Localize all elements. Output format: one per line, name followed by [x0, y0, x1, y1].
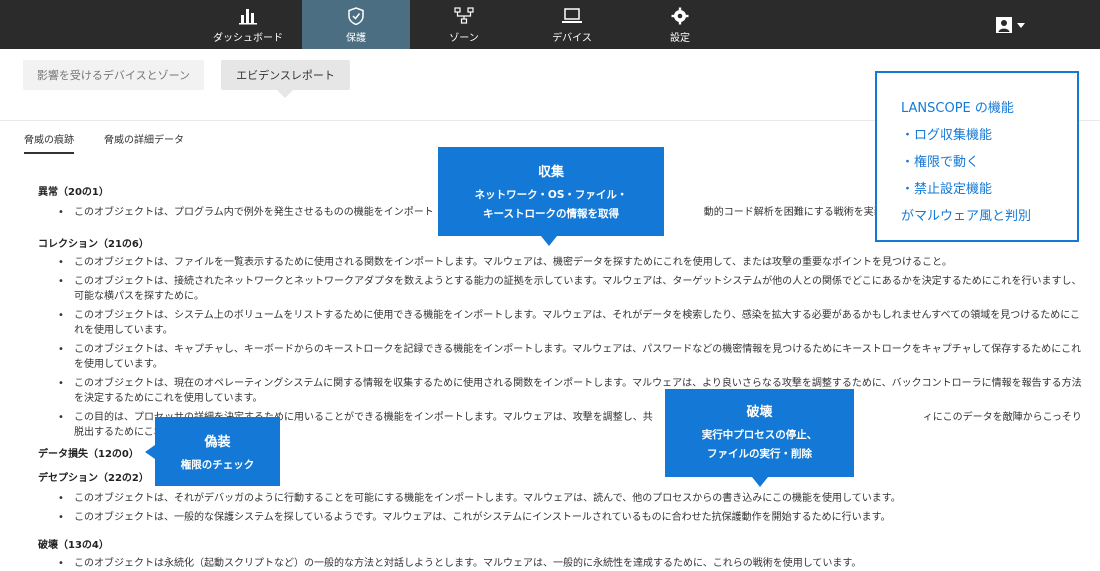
lanscope-item-permission: ・権限で動く — [901, 155, 980, 170]
callout-destruction-line1: 実行中プロセスの停止、 — [701, 429, 818, 441]
lanscope-item-prohibit: ・禁止設定機能 — [901, 182, 993, 197]
tab-affected-devices-zones[interactable]: 影響を受けるデバイスとゾーン — [23, 60, 204, 90]
section-title-destruction: 破壊（13の4） — [38, 540, 109, 551]
section-title-data-loss: データ損失（12の0） — [38, 449, 139, 460]
nav-dashboard-label: ダッシュボード — [213, 33, 283, 44]
callout-collection-line1: ネットワーク・OS・ファイル・ — [474, 189, 628, 201]
nav-zones[interactable]: ゾーン — [410, 0, 518, 49]
top-navigation-bar: ダッシュボード 保護 ゾーン デバイス 設定 — [0, 0, 1100, 49]
tab-threat-traces[interactable]: 脅威の痕跡 — [24, 131, 74, 154]
nav-settings[interactable]: 設定 — [626, 0, 734, 49]
nav-protection[interactable]: 保護 — [302, 0, 410, 49]
laptop-icon — [562, 8, 582, 23]
list-item: このオブジェクトは、接続されたネットワークとネットワークアダプタを数えようとする… — [58, 274, 1088, 305]
nav-protection-label: 保護 — [346, 33, 366, 44]
list-item: このオブジェクトは、システム上のボリュームをリストするために使用できる機能をイン… — [58, 308, 1088, 339]
list-item: このオブジェクトは、キャプチャし、キーボードからのキーストロークを記録できる機能… — [58, 342, 1088, 373]
collection-list: このオブジェクトは、ファイルを一覧表示するために使用される関数をインポートします… — [58, 255, 1088, 444]
lanscope-item-log: ・ログ収集機能 — [901, 128, 993, 143]
gear-icon — [671, 7, 689, 25]
callout-collection: 収集 ネットワーク・OS・ファイル・ キーストロークの情報を取得 — [438, 147, 664, 246]
list-item: このオブジェクトは、ファイルを一覧表示するために使用される関数をインポートします… — [58, 255, 1088, 271]
callout-deception-title: 偽装 — [204, 435, 231, 450]
tab-evidence-report[interactable]: エビデンスレポート — [221, 60, 350, 98]
nav-zones-label: ゾーン — [449, 33, 479, 44]
callout-deception: 偽装 権限のチェック — [145, 417, 280, 486]
callout-collection-line2: キーストロークの情報を取得 — [483, 208, 619, 220]
bar-chart-icon — [239, 9, 257, 25]
shield-icon — [348, 7, 364, 25]
section-title-deception: デセプション（22の2） — [38, 473, 149, 484]
callout-destruction-title: 破壊 — [746, 405, 773, 420]
deception-list: このオブジェクトは、それがデバッガのように行動することを可能にする機能をインポー… — [58, 491, 1088, 528]
destruction-list: このオブジェクトは永続化（起動スクリプトなど）の一般的な方法と対話しようとします… — [58, 556, 1088, 571]
list-item: このオブジェクトは、一般的な保護システムを探しているようです。マルウェアは、これ… — [58, 510, 1088, 526]
section-title-collection: コレクション（21の6） — [38, 239, 149, 250]
section-title-anomaly: 異常（20の1） — [38, 187, 109, 198]
user-menu[interactable] — [996, 14, 1036, 36]
nav-dashboard[interactable]: ダッシュボード — [194, 0, 302, 49]
nav-devices-label: デバイス — [552, 33, 592, 44]
callout-collection-title: 収集 — [537, 165, 564, 180]
chevron-down-icon — [1017, 22, 1025, 28]
nav-settings-label: 設定 — [670, 33, 690, 44]
callout-destruction-line2: ファイルの実行・削除 — [707, 448, 812, 460]
lanscope-feature-box: LANSCOPE の機能 ・ログ収集機能 ・権限で動く ・禁止設定機能 がマルウ… — [875, 71, 1079, 242]
callout-deception-line1: 権限のチェック — [180, 459, 255, 471]
tab-threat-details[interactable]: 脅威の詳細データ — [104, 131, 184, 146]
callout-destruction: 破壊 実行中プロセスの停止、 ファイルの実行・削除 — [665, 389, 854, 487]
user-icon — [996, 17, 1012, 33]
lanscope-title: LANSCOPE の機能 — [901, 101, 1014, 116]
lanscope-conclusion: がマルウェア風と判別 — [901, 209, 1032, 224]
nav-devices[interactable]: デバイス — [518, 0, 626, 49]
list-item: このオブジェクトは永続化（起動スクリプトなど）の一般的な方法と対話しようとします… — [58, 556, 1088, 571]
list-item: このオブジェクトは、現在のオペレーティングシステムに関する情報を収集するために使… — [58, 376, 1088, 407]
list-item: このオブジェクトは、それがデバッガのように行動することを可能にする機能をインポー… — [58, 491, 1088, 507]
network-icon — [454, 7, 474, 24]
